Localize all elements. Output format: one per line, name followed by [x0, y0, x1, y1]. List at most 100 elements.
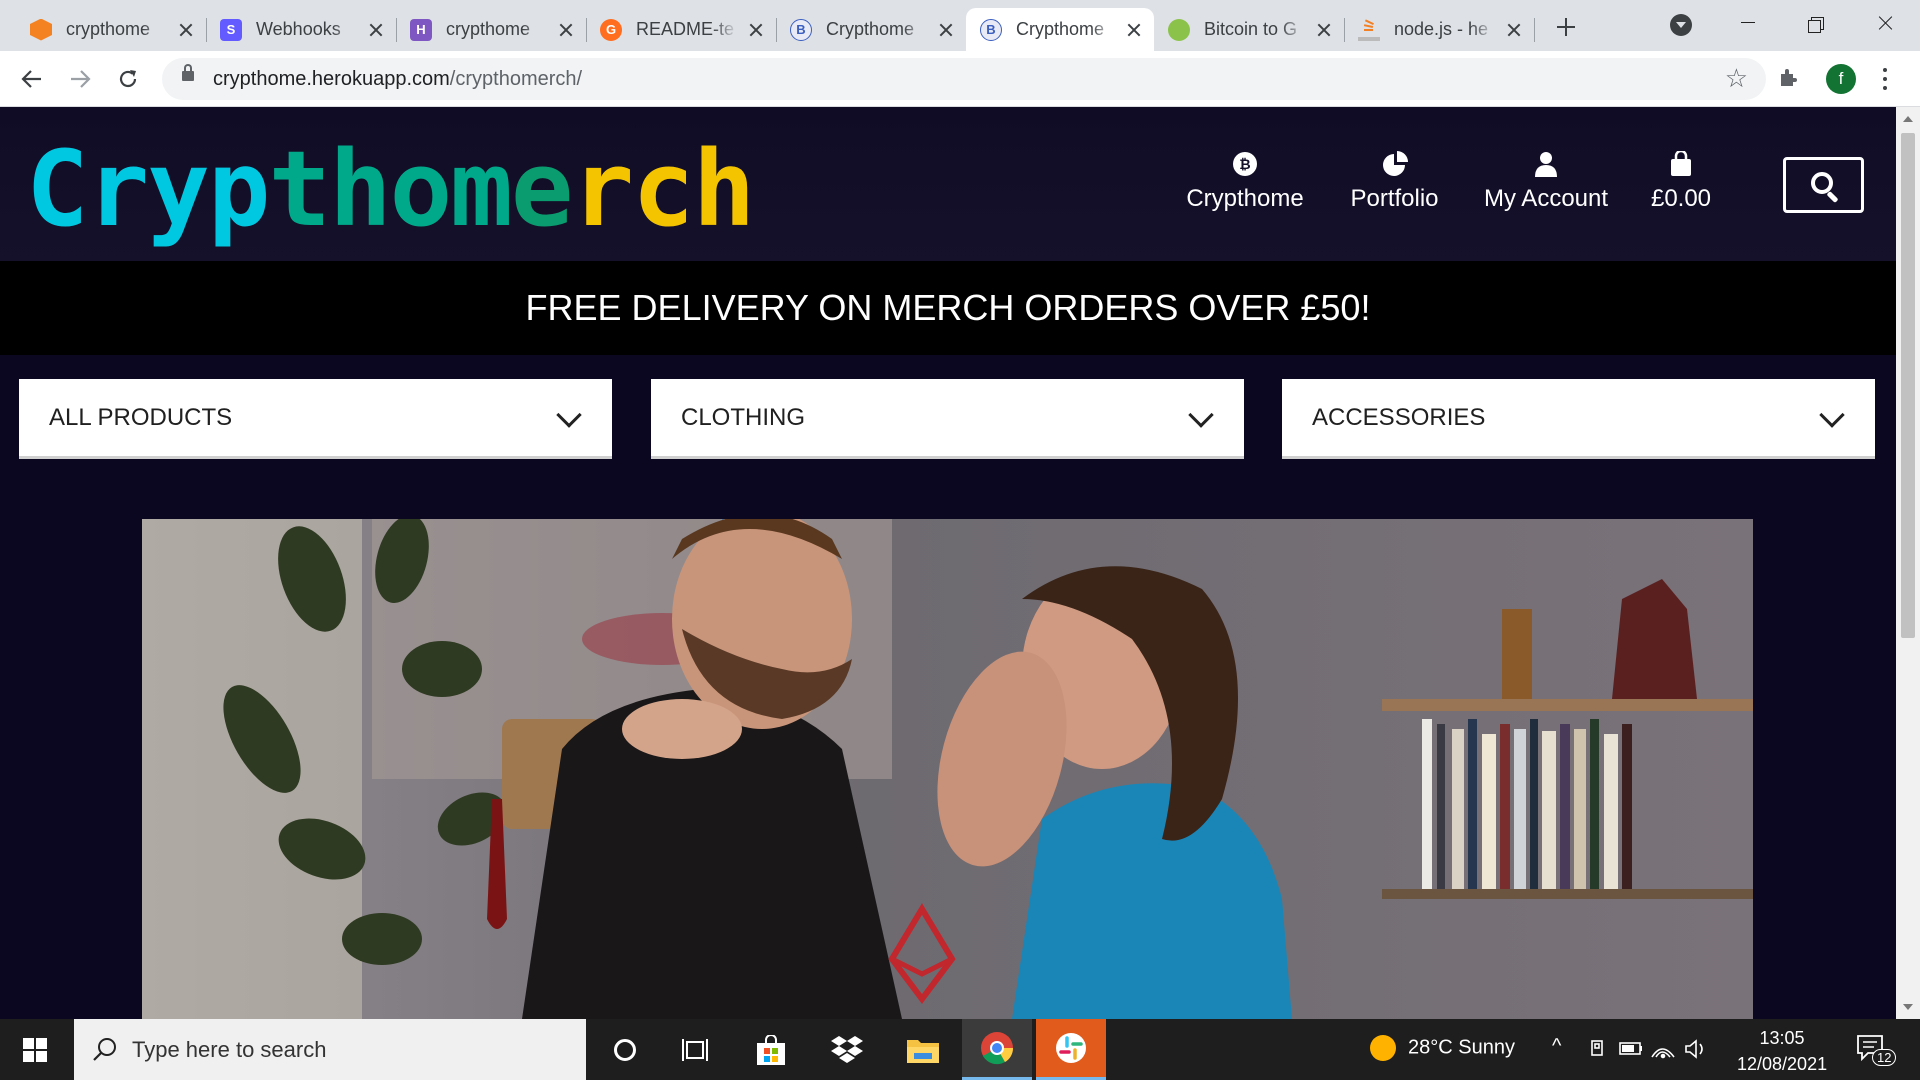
address-bar[interactable]: crypthome.herokuapp.com/crypthomerch/ ☆ — [162, 58, 1766, 100]
tab-title: Webhooks — [256, 19, 341, 39]
tab-title: Bitcoin to G — [1204, 19, 1298, 39]
browser-tab-active[interactable]: B Crypthome — [966, 8, 1154, 51]
logo-text-part: rch — [571, 128, 756, 250]
close-tab-icon[interactable] — [556, 20, 576, 40]
dropdown-accessories[interactable]: ACCESSORIES — [1282, 379, 1875, 459]
battery-icon — [1619, 1042, 1642, 1055]
reload-button[interactable] — [112, 63, 144, 95]
close-window-button[interactable] — [1866, 8, 1906, 38]
browser-tab[interactable]: crypthome — [16, 8, 207, 51]
profile-initial: f — [1838, 69, 1844, 88]
box-favicon-icon — [30, 18, 52, 41]
nav-portfolio[interactable]: Portfolio — [1342, 151, 1447, 213]
store-app-button[interactable] — [736, 1019, 806, 1080]
tab-search-icon[interactable] — [1670, 14, 1692, 36]
restore-window-button[interactable] — [1797, 8, 1837, 38]
chrome-app-button[interactable] — [962, 1019, 1032, 1080]
close-tab-icon[interactable] — [936, 20, 956, 40]
bookmark-star-icon[interactable]: ☆ — [1725, 63, 1748, 94]
show-hidden-icons-chevron-icon[interactable]: ^ — [1552, 1035, 1561, 1058]
scrollbar-thumb[interactable] — [1901, 133, 1915, 638]
shopping-bag-icon — [1668, 149, 1694, 177]
browser-menu-icon[interactable] — [1880, 64, 1890, 94]
notification-count-badge: 12 — [1872, 1049, 1897, 1066]
close-tab-icon[interactable] — [1314, 20, 1334, 40]
browser-tab[interactable]: B Crypthome — [776, 8, 966, 51]
forward-button[interactable] — [64, 63, 96, 95]
tab-title: crypthome — [446, 19, 531, 39]
nav-crypthome[interactable]: ₿ Crypthome — [1185, 151, 1305, 213]
url-text[interactable]: crypthome.herokuapp.com/crypthomerch/ — [213, 68, 582, 91]
weather-widget[interactable]: 28°C Sunny — [1370, 1035, 1515, 1061]
logo-text-part: e — [510, 128, 574, 250]
minimize-window-button[interactable] — [1728, 8, 1768, 38]
file-explorer-button[interactable] — [888, 1019, 958, 1080]
crypthome-favicon-icon: B — [790, 18, 812, 41]
scroll-down-icon[interactable] — [1903, 1004, 1913, 1010]
chrome-icon — [981, 1032, 1014, 1065]
start-button[interactable] — [0, 1019, 70, 1080]
taskbar-clock[interactable]: 13:05 12/08/2021 — [1737, 1025, 1827, 1077]
coin-favicon-icon — [1168, 18, 1190, 41]
lock-icon — [182, 64, 194, 81]
dropdown-clothing[interactable]: CLOTHING — [651, 379, 1244, 459]
dropdown-label: ALL PRODUCTS — [49, 403, 233, 431]
sun-icon — [1370, 1035, 1396, 1061]
browser-tab-strip: crypthome S Webhooks H crypthome G READM… — [0, 0, 1920, 51]
new-tab-button[interactable] — [1551, 12, 1581, 42]
close-tab-icon[interactable] — [1124, 20, 1144, 40]
stripe-favicon-icon: S — [220, 18, 242, 41]
slack-icon — [1056, 1033, 1086, 1063]
url-path: /crypthomerch/ — [449, 68, 583, 90]
user-icon — [1533, 151, 1559, 177]
nav-my-account[interactable]: My Account — [1480, 151, 1612, 213]
microsoft-store-icon — [757, 1034, 785, 1065]
taskbar-search-box[interactable]: Type here to search — [74, 1019, 586, 1080]
scroll-up-icon[interactable] — [1903, 116, 1913, 122]
chevron-down-icon — [1819, 402, 1845, 428]
profile-avatar[interactable]: f — [1826, 64, 1856, 94]
system-tray-icons[interactable] — [1590, 1037, 1710, 1067]
crypthome-favicon-icon: B — [980, 18, 1002, 41]
browser-toolbar: crypthome.herokuapp.com/crypthomerch/ ☆ … — [0, 51, 1920, 107]
browser-tab[interactable]: H crypthome — [396, 8, 587, 51]
nav-label: Portfolio — [1350, 185, 1439, 212]
crypthomerch-logo[interactable]: Crypthomerch — [26, 137, 755, 241]
page-scrollbar[interactable] — [1896, 107, 1920, 1019]
browser-tab[interactable]: S Webhooks — [206, 8, 397, 51]
clock-time: 13:05 — [1759, 1028, 1805, 1048]
close-tab-icon[interactable] — [366, 20, 386, 40]
page-viewport: Crypthomerch ₿ Crypthome Portfolio My Ac… — [0, 107, 1896, 1019]
back-button[interactable] — [16, 63, 48, 95]
tab-title: Crypthome — [1016, 19, 1105, 39]
task-view-icon — [682, 1038, 708, 1061]
task-view-button[interactable] — [660, 1019, 730, 1080]
notifications-button[interactable]: 12 — [1856, 1033, 1897, 1069]
heroku-favicon-icon: H — [410, 18, 432, 41]
extensions-puzzle-icon[interactable] — [1777, 66, 1801, 90]
folder-icon — [907, 1039, 939, 1063]
site-search-button[interactable] — [1783, 157, 1864, 213]
nav-basket[interactable]: £0.00 — [1645, 149, 1717, 213]
gitpod-favicon-icon: G — [600, 18, 622, 41]
arrow-left-icon — [21, 70, 41, 88]
cortana-button[interactable] — [590, 1019, 660, 1080]
clock-date: 12/08/2021 — [1737, 1054, 1828, 1074]
stackoverflow-favicon-icon — [1358, 18, 1380, 41]
dropbox-app-button[interactable] — [812, 1019, 882, 1080]
dropdown-all-products[interactable]: ALL PRODUCTS — [19, 379, 612, 459]
search-icon — [93, 1038, 116, 1061]
slack-app-button[interactable] — [1036, 1019, 1106, 1080]
basket-total: £0.00 — [1650, 185, 1712, 212]
browser-tab[interactable]: Bitcoin to G — [1154, 8, 1345, 51]
tab-title: crypthome — [66, 19, 151, 39]
bitcoin-icon: ₿ — [1232, 151, 1258, 177]
browser-tab[interactable]: G README-te — [586, 8, 777, 51]
close-tab-icon[interactable] — [1504, 20, 1524, 40]
close-tab-icon[interactable] — [176, 20, 196, 40]
browser-tab[interactable]: node.js - he — [1344, 8, 1535, 51]
dropbox-icon — [831, 1035, 863, 1063]
tab-title: node.js - he — [1394, 19, 1489, 39]
logo-text-part: Cryp — [26, 128, 270, 250]
close-tab-icon[interactable] — [746, 20, 766, 40]
